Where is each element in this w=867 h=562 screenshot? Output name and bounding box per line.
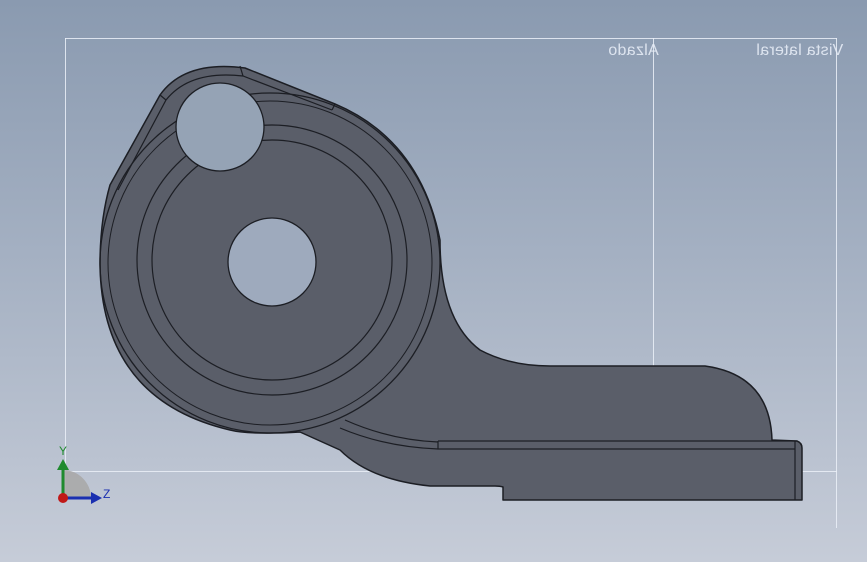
upper-hole[interactable] xyxy=(175,82,265,172)
y-axis-label: Y xyxy=(59,444,67,458)
graphics-viewport[interactable]: Alzado Vista lateral Y Z xyxy=(0,0,867,562)
z-axis-label: Z xyxy=(103,487,110,501)
center-hole[interactable] xyxy=(227,217,317,307)
z-axis-arrow xyxy=(91,492,102,504)
triad-quadrant-shading xyxy=(63,470,91,498)
part-model[interactable]: Y Z xyxy=(0,0,867,562)
coordinate-triad: Y Z xyxy=(57,444,110,504)
x-axis-dot xyxy=(58,493,68,503)
y-axis-arrow xyxy=(57,459,69,470)
